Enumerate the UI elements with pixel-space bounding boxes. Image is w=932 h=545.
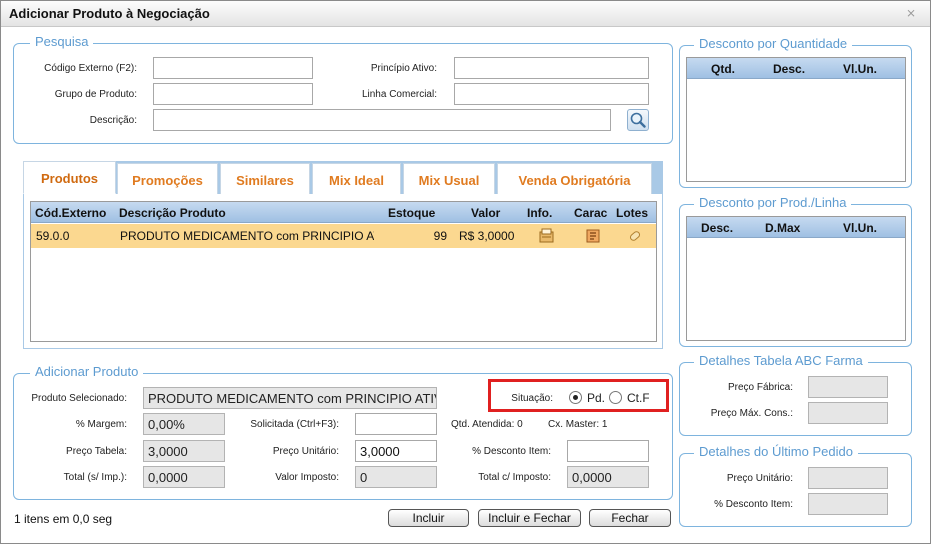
incluir-button[interactable]: Incluir	[388, 509, 469, 527]
situacao-radio-pd[interactable]	[569, 391, 582, 404]
column-header-desc[interactable]: Desc.	[773, 62, 805, 76]
ultimo-desconto-item-label: % Desconto Item:	[714, 499, 793, 510]
column-header-codigo[interactable]: Cód.Externo	[35, 206, 106, 220]
desconto-quantidade-legend: Desconto por Quantidade	[694, 36, 853, 51]
column-header-vlun[interactable]: Vl.Un.	[843, 62, 877, 76]
preco-tabela-field: 3,0000	[143, 440, 225, 462]
desconto-prod-linha-header: Desc. D.Max Vl.Un.	[687, 217, 905, 238]
column-header-qtd[interactable]: Qtd.	[711, 62, 735, 76]
radio-dot	[573, 395, 578, 400]
total-s-imp-label: Total (s/ Imp.):	[63, 472, 127, 483]
produto-selecionado-label: Produto Selecionado:	[31, 393, 127, 404]
column-header-valor[interactable]: Valor	[471, 206, 500, 220]
linha-comercial-label: Linha Comercial:	[361, 89, 437, 100]
tab-mix-usual[interactable]: Mix Usual	[403, 163, 495, 194]
qtd-atendida-label: Qtd. Atendida: 0	[451, 419, 523, 430]
total-s-imp-field: 0,0000	[143, 466, 225, 488]
abc-farma-legend: Detalhes Tabela ABC Farma	[694, 353, 868, 368]
solicitada-label: Solicitada (Ctrl+F3):	[250, 419, 339, 430]
margem-label: % Margem:	[75, 419, 127, 430]
codigo-externo-label: Código Externo (F2):	[44, 63, 137, 74]
grupo-produto-label: Grupo de Produto:	[54, 89, 137, 100]
codigo-externo-input[interactable]	[153, 57, 313, 79]
ultimo-preco-unitario-label: Preço Unitário:	[726, 473, 793, 484]
window-title: Adicionar Produto à Negociação	[9, 6, 210, 21]
column-header-carac[interactable]: Carac	[574, 206, 607, 220]
tab-venda-obrigatoria[interactable]: Venda Obrigatória	[497, 163, 652, 194]
principio-ativo-label: Princípio Ativo:	[370, 63, 437, 74]
preco-unitario-input[interactable]: 3,0000	[355, 440, 437, 462]
tab-similares[interactable]: Similares	[220, 163, 310, 194]
cell-valor: R$ 3,0000	[459, 229, 515, 243]
column-header-desc[interactable]: Desc.	[701, 221, 733, 235]
incluir-fechar-button[interactable]: Incluir e Fechar	[478, 509, 581, 527]
magnifier-icon	[630, 112, 646, 128]
valor-imposto-label: Valor Imposto:	[275, 472, 339, 483]
product-tabs: Produtos Promoções Similares Mix Ideal M…	[23, 161, 663, 195]
situacao-label: Situação:	[511, 393, 553, 404]
descricao-input[interactable]	[153, 109, 611, 131]
column-header-vlun[interactable]: Vl.Un.	[843, 221, 877, 235]
adicionar-legend: Adicionar Produto	[30, 364, 144, 379]
cx-master-label: Cx. Master: 1	[548, 419, 608, 430]
search-legend: Pesquisa	[30, 34, 94, 49]
cell-descricao: PRODUTO MEDICAMENTO com PRINCIPIO ATIVO	[120, 229, 374, 243]
column-header-estoque[interactable]: Estoque	[388, 206, 435, 220]
column-header-lotes[interactable]: Lotes	[616, 206, 648, 220]
desconto-prod-linha-table: Desc. D.Max Vl.Un.	[686, 216, 906, 341]
lotes-icon[interactable]	[626, 228, 644, 244]
products-table-header: Cód.Externo Descrição Produto Estoque Va…	[31, 202, 656, 223]
tab-mix-ideal[interactable]: Mix Ideal	[312, 163, 401, 194]
products-table: Cód.Externo Descrição Produto Estoque Va…	[30, 201, 657, 342]
ultimo-pedido-legend: Detalhes do Último Pedido	[694, 444, 858, 459]
fechar-button[interactable]: Fechar	[589, 509, 671, 527]
situacao-option-ct: Ct.F	[627, 391, 649, 405]
column-header-info[interactable]: Info.	[527, 206, 552, 220]
linha-comercial-input[interactable]	[454, 83, 649, 105]
carac-icon[interactable]	[584, 228, 602, 244]
column-header-dmax[interactable]: D.Max	[765, 221, 800, 235]
cell-estoque: 99	[433, 229, 447, 243]
preco-fabrica-field	[808, 376, 888, 398]
desconto-prod-linha-legend: Desconto por Prod./Linha	[694, 195, 852, 210]
tab-promocoes[interactable]: Promoções	[117, 163, 218, 194]
tab-produtos[interactable]: Produtos	[23, 161, 116, 194]
close-icon[interactable]: ⨯	[906, 6, 916, 20]
situacao-option-pd: Pd.	[587, 391, 606, 405]
preco-max-cons-label: Preço Máx. Cons.:	[710, 408, 793, 419]
info-icon[interactable]	[538, 228, 556, 244]
preco-unitario-label: Preço Unitário:	[272, 446, 339, 457]
descricao-label: Descrição:	[89, 115, 137, 126]
dialog-window: Adicionar Produto à Negociação ⨯ Pesquis…	[0, 0, 931, 544]
search-button[interactable]	[627, 109, 649, 131]
preco-fabrica-label: Preço Fábrica:	[727, 382, 793, 393]
situacao-radio-ct[interactable]	[609, 391, 622, 404]
principio-ativo-input[interactable]	[454, 57, 649, 79]
abc-farma-fieldset: Detalhes Tabela ABC Farma	[679, 353, 912, 436]
grupo-produto-input[interactable]	[153, 83, 313, 105]
produto-selecionado-field: PRODUTO MEDICAMENTO com PRINCIPIO ATIVO	[143, 387, 437, 409]
desconto-item-label: % Desconto Item:	[472, 446, 551, 457]
solicitada-input[interactable]	[355, 413, 437, 435]
ultimo-pedido-fieldset: Detalhes do Último Pedido	[679, 444, 912, 527]
total-c-imposto-label: Total c/ Imposto:	[478, 472, 551, 483]
table-row[interactable]: 59.0.0 PRODUTO MEDICAMENTO com PRINCIPIO…	[31, 224, 656, 248]
desconto-quantidade-header: Qtd. Desc. Vl.Un.	[687, 58, 905, 79]
preco-max-cons-field	[808, 402, 888, 424]
cell-codigo: 59.0.0	[36, 229, 70, 243]
preco-tabela-label: Preço Tabela:	[66, 446, 127, 457]
ultimo-preco-unitario-field	[808, 467, 888, 489]
valor-imposto-field: 0	[355, 466, 437, 488]
status-text: 1 itens em 0,0 seg	[14, 512, 113, 526]
desconto-quantidade-table: Qtd. Desc. Vl.Un.	[686, 57, 906, 182]
margem-field: 0,00%	[143, 413, 225, 435]
total-c-imposto-field: 0,0000	[567, 466, 649, 488]
title-bar[interactable]: Adicionar Produto à Negociação ⨯	[1, 1, 930, 27]
column-header-descricao[interactable]: Descrição Produto	[119, 206, 226, 220]
desconto-item-input[interactable]	[567, 440, 649, 462]
ultimo-desconto-item-field	[808, 493, 888, 515]
